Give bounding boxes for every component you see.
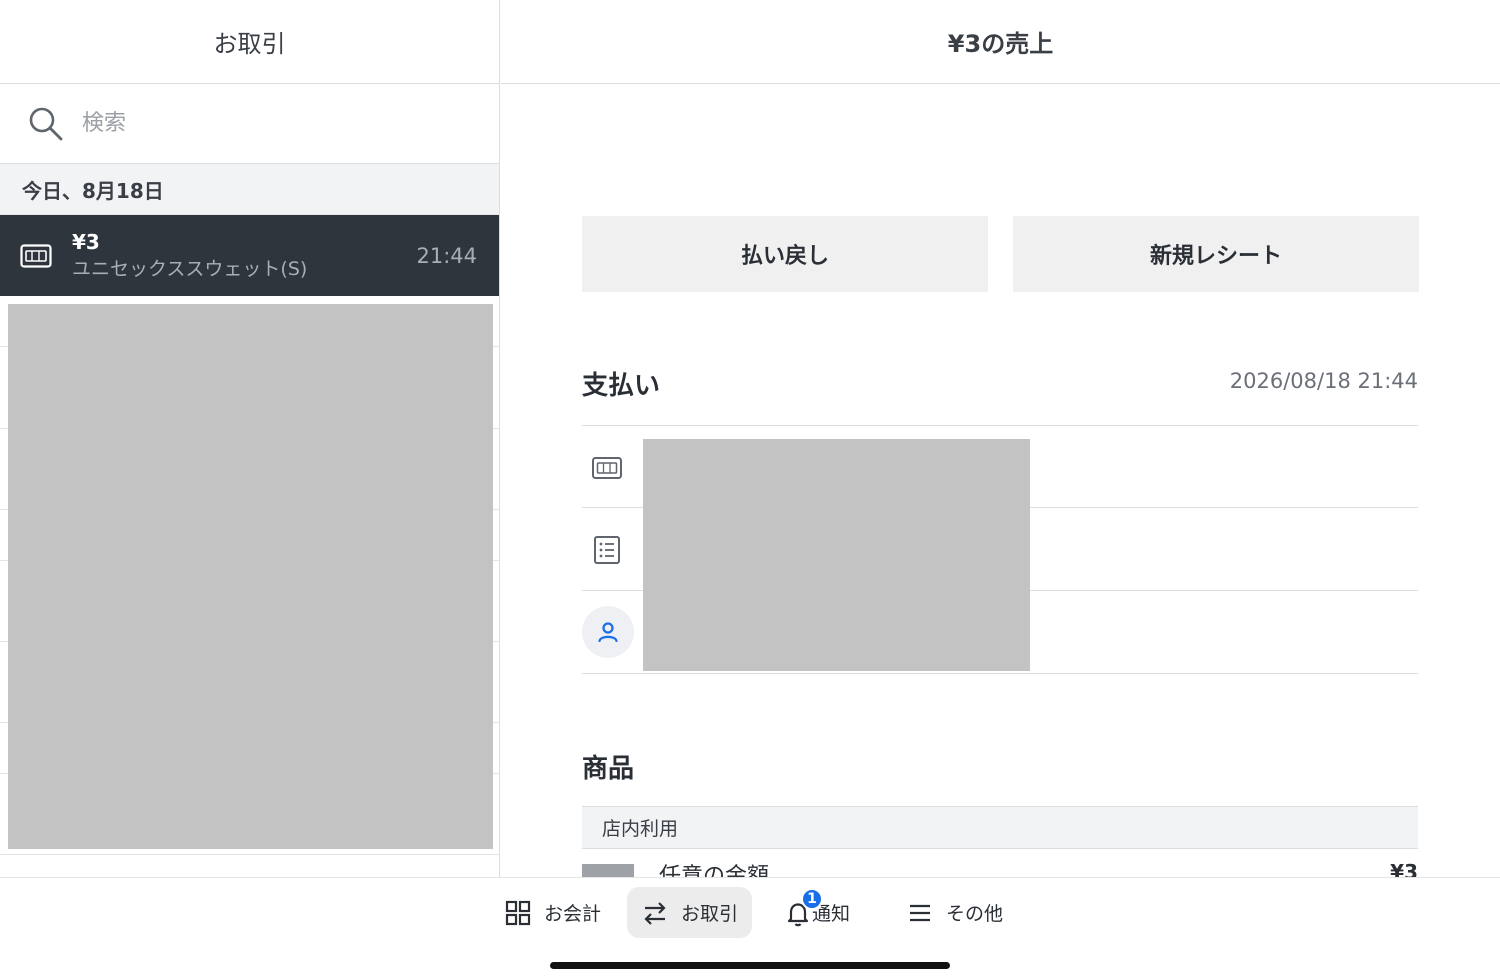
transactions-header: お取引 <box>0 0 499 84</box>
payment-divider <box>582 673 1418 674</box>
home-indicator[interactable] <box>550 962 950 969</box>
transaction-time: 21:44 <box>416 243 477 268</box>
new-receipt-button[interactable]: 新規レシート <box>1013 216 1419 292</box>
item-thumbnail <box>582 864 634 878</box>
notification-badge: 1 <box>801 887 823 910</box>
nav-notifications[interactable]: 1 通知 <box>770 887 864 938</box>
product-category-label: 店内利用 <box>602 818 679 840</box>
transaction-description: ユニセックススウェット(S) <box>72 257 308 280</box>
transactions-list-pane: お取引 今日、8月18日 ¥3 ユニセックススウェット(S) 21:44 <box>0 0 500 878</box>
payment-divider <box>582 425 1418 426</box>
transaction-amount: ¥3 <box>72 229 100 254</box>
transaction-text: ¥3 ユニセックススウェット(S) <box>72 229 416 283</box>
transaction-row-selected[interactable]: ¥3 ユニセックススウェット(S) 21:44 <box>0 215 499 296</box>
grid-icon <box>505 900 531 925</box>
refund-button[interactable]: 払い戻し <box>582 216 988 292</box>
redacted-transactions <box>8 304 493 849</box>
transaction-detail-pane: ¥3の売上 払い戻し 新規レシート 支払い 2026/08/18 21:44 商… <box>501 0 1500 878</box>
card-icon <box>20 243 52 268</box>
app-root: お取引 今日、8月18日 ¥3 ユニセックススウェット(S) 21:44 <box>0 0 1500 979</box>
detail-title: ¥3の売上 <box>947 30 1054 58</box>
search-input[interactable] <box>82 111 442 136</box>
date-section-header: 今日、8月18日 <box>0 164 499 215</box>
customer-icon <box>598 622 618 643</box>
transfer-icon <box>644 901 666 925</box>
payment-section-title: 支払い <box>582 371 661 401</box>
date-label: 今日、8月18日 <box>22 178 164 203</box>
nav-checkout[interactable]: お会計 <box>490 887 615 938</box>
nav-more[interactable]: その他 <box>892 887 1017 938</box>
transactions-title: お取引 <box>213 30 286 58</box>
search-icon <box>29 107 63 140</box>
nav-transactions-label: お取引 <box>681 903 739 925</box>
nav-more-label: その他 <box>946 903 1004 925</box>
item-price: ¥3 <box>1390 860 1418 878</box>
customer-avatar[interactable] <box>582 606 634 658</box>
search-bar[interactable] <box>0 84 499 164</box>
products-section-title: 商品 <box>582 754 635 784</box>
payment-datetime: 2026/08/18 21:44 <box>1229 369 1418 393</box>
nav-checkout-label: お会計 <box>544 903 602 925</box>
card-icon <box>592 457 622 479</box>
bell-icon: 1 <box>784 887 823 927</box>
menu-icon <box>910 904 930 921</box>
list-icon <box>594 536 620 564</box>
item-name[interactable]: 任意の金額 <box>659 858 769 878</box>
list-divider <box>0 854 499 855</box>
product-category-row: 店内利用 <box>582 806 1418 849</box>
nav-transactions[interactable]: お取引 <box>627 887 753 938</box>
redacted-payment-details <box>643 439 1030 671</box>
detail-header: ¥3の売上 <box>501 0 1500 84</box>
